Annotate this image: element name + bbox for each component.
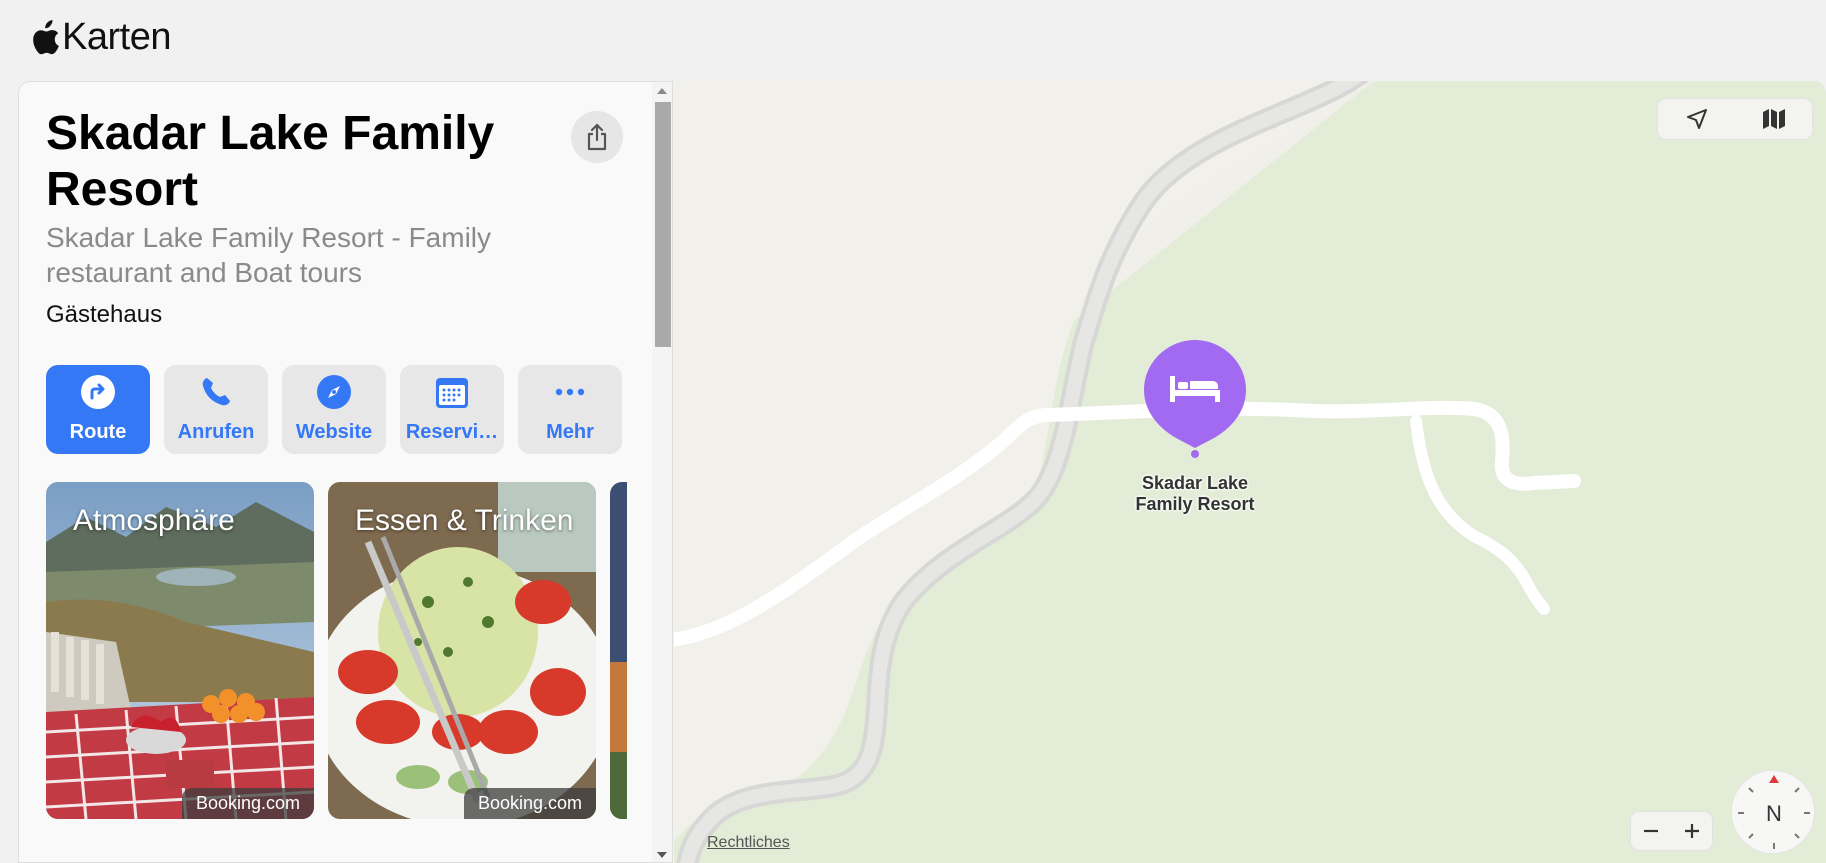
scroll-thumb[interactable] [655, 102, 671, 347]
more-button[interactable]: Mehr [518, 365, 622, 454]
more-icon [552, 374, 588, 410]
scroll-down-icon[interactable] [657, 852, 667, 858]
website-button[interactable]: Website [282, 365, 386, 454]
call-label: Anrufen [177, 421, 255, 443]
top-bar: Karten [0, 0, 1826, 80]
photo-carousel: Atmosphäre Booking.com Essen & Trinken B… [46, 482, 627, 819]
compass-rose-icon: N [1738, 775, 1810, 849]
location-button[interactable] [1658, 99, 1735, 139]
website-label: Website [295, 421, 373, 443]
action-buttons: Route Anrufen Website Reservi… Mehr [46, 365, 622, 454]
share-icon [587, 123, 607, 151]
compass-icon [316, 374, 352, 410]
call-button[interactable]: Anrufen [164, 365, 268, 454]
app-brand[interactable]: Karten [30, 16, 171, 58]
map-icon [1762, 109, 1785, 129]
photo-atmosphere[interactable]: Atmosphäre Booking.com [46, 482, 314, 819]
photo-food[interactable]: Essen & Trinken Booking.com [328, 482, 596, 819]
compass-button[interactable]: N [1731, 770, 1815, 854]
zoom-controls [1630, 811, 1713, 851]
map-mode-button[interactable] [1735, 99, 1812, 139]
photo-atmosphere-source: Booking.com [181, 788, 314, 819]
panel-scrollbar[interactable] [652, 82, 672, 862]
apple-logo-icon [33, 20, 59, 55]
route-label: Route [69, 421, 127, 443]
reserve-label: Reservi… [405, 421, 499, 443]
share-button[interactable] [571, 111, 623, 163]
zoom-in-button[interactable] [1672, 812, 1713, 850]
place-title: Skadar Lake Family Resort [46, 107, 495, 216]
app-title: Karten [62, 16, 171, 58]
more-label: Mehr [546, 421, 594, 443]
calendar-icon [434, 374, 470, 410]
photo-food-source: Booking.com [463, 788, 596, 819]
map-canvas [674, 81, 1581, 863]
minus-icon [1644, 829, 1659, 833]
route-icon [80, 374, 116, 410]
map-view[interactable]: Skadar Lake Family Resort Rechtliches N [674, 81, 1826, 863]
place-pin[interactable] [1142, 338, 1248, 458]
photo-next-partial[interactable] [610, 482, 627, 819]
phone-icon [198, 374, 234, 410]
zoom-out-button[interactable] [1631, 812, 1672, 850]
location-arrow-icon [1686, 109, 1707, 129]
photo-food-title: Essen & Trinken [355, 504, 574, 537]
compass-north-label: N [1766, 801, 1782, 826]
next-photo-image [610, 482, 627, 819]
route-button[interactable]: Route [46, 365, 150, 454]
photo-atmosphere-title: Atmosphäre [73, 504, 235, 537]
place-category: Gästehaus [46, 301, 163, 328]
map-controls [1657, 98, 1813, 140]
place-subtitle: Skadar Lake Family Resort - Family resta… [46, 222, 492, 288]
plus-icon [1684, 824, 1699, 838]
legal-link[interactable]: Rechtliches [707, 834, 790, 852]
scroll-up-icon[interactable] [657, 88, 667, 94]
pin-label[interactable]: Skadar Lake Family Resort [1114, 473, 1276, 515]
reserve-button[interactable]: Reservi… [400, 365, 504, 454]
place-panel: Skadar Lake Family Resort Skadar Lake Fa… [18, 81, 673, 863]
